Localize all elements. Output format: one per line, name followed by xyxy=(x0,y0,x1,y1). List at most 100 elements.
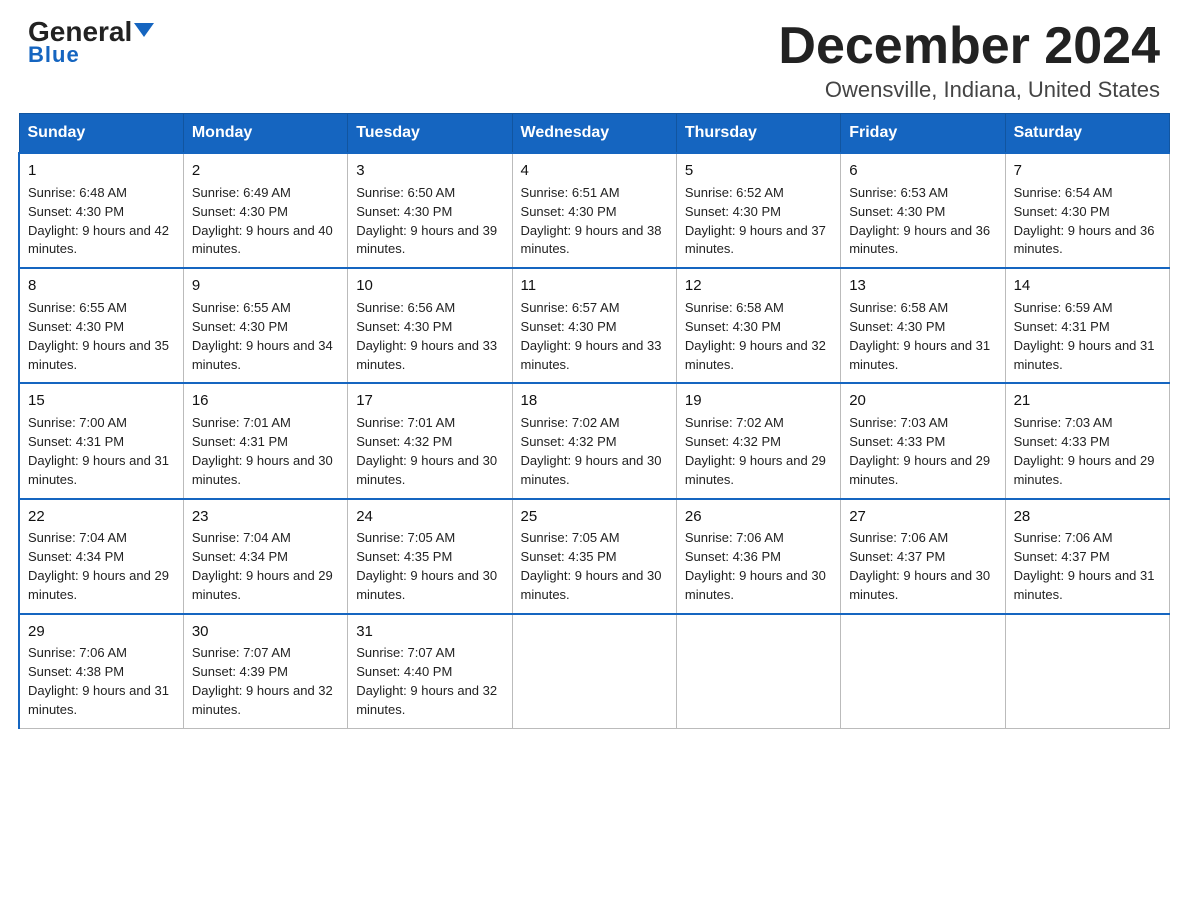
day-number: 9 xyxy=(192,275,339,297)
table-row xyxy=(841,614,1005,729)
table-row: 22 Sunrise: 7:04 AMSunset: 4:34 PMDaylig… xyxy=(19,499,183,614)
table-row: 30 Sunrise: 7:07 AMSunset: 4:39 PMDaylig… xyxy=(183,614,347,729)
day-info: Sunrise: 6:58 AMSunset: 4:30 PMDaylight:… xyxy=(685,299,832,374)
table-row: 3 Sunrise: 6:50 AMSunset: 4:30 PMDayligh… xyxy=(348,153,512,268)
table-row xyxy=(676,614,840,729)
day-info: Sunrise: 7:06 AMSunset: 4:36 PMDaylight:… xyxy=(685,529,832,604)
table-row: 21 Sunrise: 7:03 AMSunset: 4:33 PMDaylig… xyxy=(1005,383,1169,498)
table-row: 12 Sunrise: 6:58 AMSunset: 4:30 PMDaylig… xyxy=(676,268,840,383)
day-info: Sunrise: 7:02 AMSunset: 4:32 PMDaylight:… xyxy=(685,414,832,489)
day-info: Sunrise: 7:07 AMSunset: 4:39 PMDaylight:… xyxy=(192,644,339,719)
table-row: 24 Sunrise: 7:05 AMSunset: 4:35 PMDaylig… xyxy=(348,499,512,614)
day-number: 30 xyxy=(192,621,339,643)
table-row: 11 Sunrise: 6:57 AMSunset: 4:30 PMDaylig… xyxy=(512,268,676,383)
table-row: 9 Sunrise: 6:55 AMSunset: 4:30 PMDayligh… xyxy=(183,268,347,383)
table-row: 25 Sunrise: 7:05 AMSunset: 4:35 PMDaylig… xyxy=(512,499,676,614)
day-number: 21 xyxy=(1014,390,1161,412)
table-row: 6 Sunrise: 6:53 AMSunset: 4:30 PMDayligh… xyxy=(841,153,1005,268)
day-info: Sunrise: 7:04 AMSunset: 4:34 PMDaylight:… xyxy=(192,529,339,604)
table-row: 5 Sunrise: 6:52 AMSunset: 4:30 PMDayligh… xyxy=(676,153,840,268)
day-number: 19 xyxy=(685,390,832,412)
table-row: 15 Sunrise: 7:00 AMSunset: 4:31 PMDaylig… xyxy=(19,383,183,498)
day-number: 7 xyxy=(1014,160,1161,182)
day-info: Sunrise: 7:01 AMSunset: 4:31 PMDaylight:… xyxy=(192,414,339,489)
day-info: Sunrise: 6:48 AMSunset: 4:30 PMDaylight:… xyxy=(28,184,175,259)
location-subtitle: Owensville, Indiana, United States xyxy=(778,77,1160,103)
table-row: 1 Sunrise: 6:48 AMSunset: 4:30 PMDayligh… xyxy=(19,153,183,268)
day-number: 6 xyxy=(849,160,996,182)
day-info: Sunrise: 7:06 AMSunset: 4:37 PMDaylight:… xyxy=(849,529,996,604)
day-number: 20 xyxy=(849,390,996,412)
col-monday: Monday xyxy=(183,114,347,154)
day-info: Sunrise: 7:05 AMSunset: 4:35 PMDaylight:… xyxy=(521,529,668,604)
day-number: 4 xyxy=(521,160,668,182)
table-row: 13 Sunrise: 6:58 AMSunset: 4:30 PMDaylig… xyxy=(841,268,1005,383)
table-row: 27 Sunrise: 7:06 AMSunset: 4:37 PMDaylig… xyxy=(841,499,1005,614)
day-info: Sunrise: 6:56 AMSunset: 4:30 PMDaylight:… xyxy=(356,299,503,374)
day-number: 23 xyxy=(192,506,339,528)
col-saturday: Saturday xyxy=(1005,114,1169,154)
day-number: 10 xyxy=(356,275,503,297)
day-number: 8 xyxy=(28,275,175,297)
day-number: 28 xyxy=(1014,506,1161,528)
page-header: General Blue December 2024 Owensville, I… xyxy=(0,0,1188,113)
day-info: Sunrise: 7:01 AMSunset: 4:32 PMDaylight:… xyxy=(356,414,503,489)
day-number: 27 xyxy=(849,506,996,528)
calendar-header: Sunday Monday Tuesday Wednesday Thursday… xyxy=(19,114,1170,154)
day-info: Sunrise: 6:55 AMSunset: 4:30 PMDaylight:… xyxy=(192,299,339,374)
day-info: Sunrise: 7:06 AMSunset: 4:37 PMDaylight:… xyxy=(1014,529,1161,604)
table-row: 17 Sunrise: 7:01 AMSunset: 4:32 PMDaylig… xyxy=(348,383,512,498)
day-info: Sunrise: 6:55 AMSunset: 4:30 PMDaylight:… xyxy=(28,299,175,374)
table-row: 4 Sunrise: 6:51 AMSunset: 4:30 PMDayligh… xyxy=(512,153,676,268)
day-number: 24 xyxy=(356,506,503,528)
day-info: Sunrise: 6:51 AMSunset: 4:30 PMDaylight:… xyxy=(521,184,668,259)
table-row: 19 Sunrise: 7:02 AMSunset: 4:32 PMDaylig… xyxy=(676,383,840,498)
table-row xyxy=(512,614,676,729)
day-number: 17 xyxy=(356,390,503,412)
day-number: 2 xyxy=(192,160,339,182)
table-row: 14 Sunrise: 6:59 AMSunset: 4:31 PMDaylig… xyxy=(1005,268,1169,383)
day-number: 1 xyxy=(28,160,175,182)
logo-blue-text: Blue xyxy=(28,42,80,68)
day-info: Sunrise: 6:54 AMSunset: 4:30 PMDaylight:… xyxy=(1014,184,1161,259)
day-info: Sunrise: 7:06 AMSunset: 4:38 PMDaylight:… xyxy=(28,644,175,719)
table-row: 28 Sunrise: 7:06 AMSunset: 4:37 PMDaylig… xyxy=(1005,499,1169,614)
month-title: December 2024 xyxy=(778,18,1160,75)
day-number: 18 xyxy=(521,390,668,412)
day-number: 15 xyxy=(28,390,175,412)
day-info: Sunrise: 6:53 AMSunset: 4:30 PMDaylight:… xyxy=(849,184,996,259)
day-number: 29 xyxy=(28,621,175,643)
day-number: 14 xyxy=(1014,275,1161,297)
table-row: 10 Sunrise: 6:56 AMSunset: 4:30 PMDaylig… xyxy=(348,268,512,383)
day-info: Sunrise: 6:52 AMSunset: 4:30 PMDaylight:… xyxy=(685,184,832,259)
table-row: 20 Sunrise: 7:03 AMSunset: 4:33 PMDaylig… xyxy=(841,383,1005,498)
day-info: Sunrise: 6:58 AMSunset: 4:30 PMDaylight:… xyxy=(849,299,996,374)
day-info: Sunrise: 7:07 AMSunset: 4:40 PMDaylight:… xyxy=(356,644,503,719)
table-row: 2 Sunrise: 6:49 AMSunset: 4:30 PMDayligh… xyxy=(183,153,347,268)
calendar-body: 1 Sunrise: 6:48 AMSunset: 4:30 PMDayligh… xyxy=(19,153,1170,729)
table-row: 31 Sunrise: 7:07 AMSunset: 4:40 PMDaylig… xyxy=(348,614,512,729)
day-info: Sunrise: 7:05 AMSunset: 4:35 PMDaylight:… xyxy=(356,529,503,604)
title-area: December 2024 Owensville, Indiana, Unite… xyxy=(778,18,1160,103)
col-friday: Friday xyxy=(841,114,1005,154)
logo-triangle-icon xyxy=(134,23,154,37)
table-row: 23 Sunrise: 7:04 AMSunset: 4:34 PMDaylig… xyxy=(183,499,347,614)
day-number: 3 xyxy=(356,160,503,182)
calendar-wrapper: Sunday Monday Tuesday Wednesday Thursday… xyxy=(0,113,1188,747)
table-row: 16 Sunrise: 7:01 AMSunset: 4:31 PMDaylig… xyxy=(183,383,347,498)
table-row xyxy=(1005,614,1169,729)
day-info: Sunrise: 7:03 AMSunset: 4:33 PMDaylight:… xyxy=(1014,414,1161,489)
day-info: Sunrise: 7:00 AMSunset: 4:31 PMDaylight:… xyxy=(28,414,175,489)
day-info: Sunrise: 7:04 AMSunset: 4:34 PMDaylight:… xyxy=(28,529,175,604)
day-number: 13 xyxy=(849,275,996,297)
day-number: 11 xyxy=(521,275,668,297)
col-wednesday: Wednesday xyxy=(512,114,676,154)
day-info: Sunrise: 6:50 AMSunset: 4:30 PMDaylight:… xyxy=(356,184,503,259)
day-info: Sunrise: 6:49 AMSunset: 4:30 PMDaylight:… xyxy=(192,184,339,259)
day-number: 12 xyxy=(685,275,832,297)
day-info: Sunrise: 7:03 AMSunset: 4:33 PMDaylight:… xyxy=(849,414,996,489)
day-number: 31 xyxy=(356,621,503,643)
day-number: 5 xyxy=(685,160,832,182)
col-sunday: Sunday xyxy=(19,114,183,154)
day-info: Sunrise: 6:57 AMSunset: 4:30 PMDaylight:… xyxy=(521,299,668,374)
